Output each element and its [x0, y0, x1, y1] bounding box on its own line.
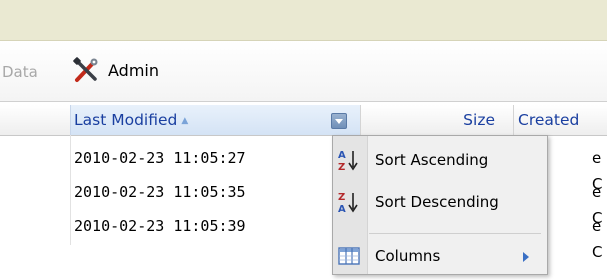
toolbar-data-button[interactable]: Data — [2, 63, 38, 81]
table-row[interactable]: 2010-02-23 11:05:27 — [70, 145, 246, 171]
menu-item-label: Sort Ascending — [375, 151, 489, 169]
admin-label: Admin — [108, 60, 159, 80]
svg-text:A: A — [338, 150, 346, 161]
column-menu-trigger-icon[interactable] — [331, 113, 347, 129]
columns-icon — [338, 247, 360, 265]
table-cell-created: e C — [592, 217, 603, 261]
column-header-label: Last Modified — [74, 111, 178, 129]
column-context-menu: A Z Sort Ascending Z A Sort Descending C… — [332, 135, 548, 275]
column-header-created[interactable]: Created — [514, 105, 607, 135]
top-banner — [0, 0, 607, 41]
toolbar-admin-button[interactable]: Admin — [72, 55, 159, 85]
submenu-arrow-icon — [523, 252, 529, 262]
table-row[interactable]: 2010-02-23 11:05:39 — [70, 213, 246, 239]
menu-item-columns[interactable]: Columns — [333, 238, 547, 274]
column-header-size[interactable]: Size — [361, 105, 514, 135]
menu-item-sort-descending[interactable]: Z A Sort Descending — [333, 184, 547, 220]
sort-ascending-indicator-icon: ▲ — [181, 116, 189, 126]
menu-item-label: Columns — [375, 247, 441, 265]
table-row[interactable]: 2010-02-23 11:05:35 — [70, 179, 246, 205]
column-header-label: Created — [518, 111, 580, 129]
menu-item-sort-ascending[interactable]: A Z Sort Ascending — [333, 142, 547, 178]
svg-text:Z: Z — [338, 162, 345, 172]
menu-item-label: Sort Descending — [375, 193, 499, 211]
column-header-last-modified[interactable]: Last Modified ▲ — [70, 105, 361, 135]
column-header-label: Size — [463, 111, 495, 129]
grid-header: Last Modified ▲ Size Created — [0, 105, 607, 136]
sort-ascending-icon: A Z — [338, 150, 358, 172]
svg-text:A: A — [338, 204, 346, 214]
svg-text:Z: Z — [338, 192, 345, 203]
admin-tools-icon — [73, 57, 98, 82]
menu-separator — [369, 233, 541, 234]
sort-descending-icon: Z A — [338, 192, 358, 214]
